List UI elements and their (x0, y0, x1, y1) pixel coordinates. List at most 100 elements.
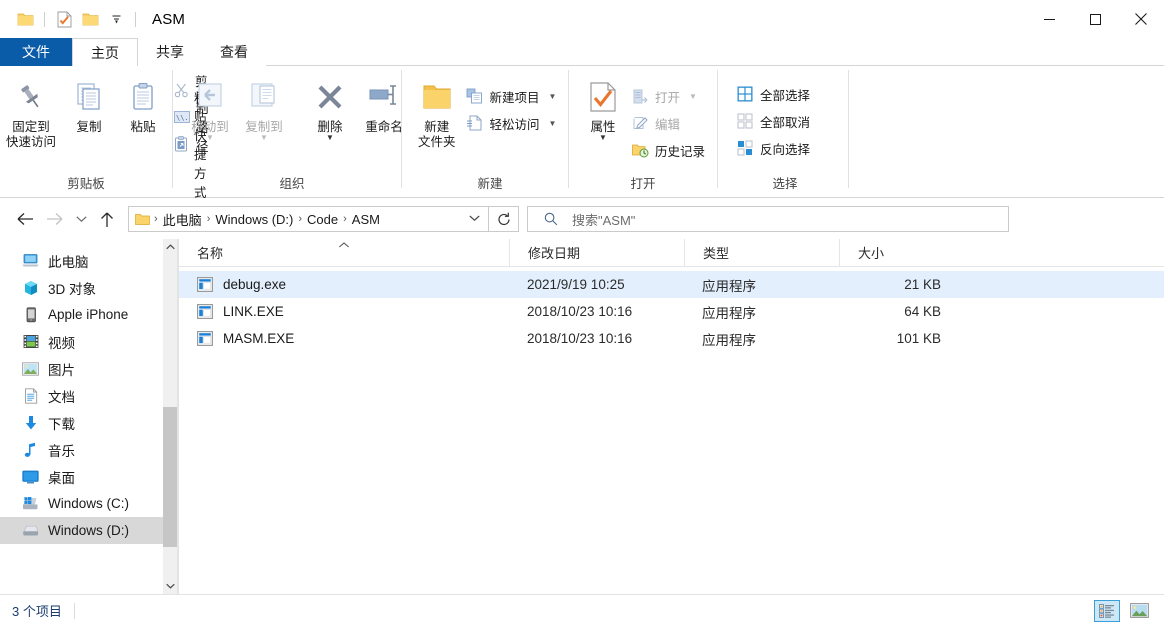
refresh-button[interactable] (489, 206, 519, 232)
new-folder-icon (420, 76, 454, 118)
paste-button[interactable]: 粘贴 (116, 72, 170, 135)
column-label-size: 大小 (858, 246, 885, 261)
sidebar-item-music[interactable]: 音乐 (0, 436, 178, 463)
delete-caret-icon[interactable]: ▼ (326, 134, 334, 142)
copy-to-icon (247, 76, 281, 118)
recent-locations-button[interactable] (70, 204, 92, 234)
file-type-cell: 应用程序 (702, 305, 756, 321)
new-item-caret-icon[interactable]: ▼ (549, 92, 557, 101)
invert-selection-button[interactable]: 反向选择 (732, 136, 816, 160)
breadcrumb-sep-1[interactable]: › (205, 213, 213, 225)
table-row[interactable]: LINK.EXE 2018/10/23 10:16 应用程序 64 KB (179, 298, 1164, 325)
open-small-commands: 打开 ▼ 编辑 历史记录 (627, 72, 711, 162)
pin-to-quick-access-button[interactable]: 固定到 快速访问 (0, 72, 62, 150)
properties-button[interactable]: 属性 ▼ (579, 72, 627, 142)
group-label-open: 打开 (630, 177, 656, 191)
scroll-up-arrow-icon[interactable] (163, 239, 178, 255)
open-caret-icon[interactable]: ▼ (689, 92, 697, 101)
easy-access-icon (466, 114, 484, 132)
invert-selection-label: 反向选择 (760, 142, 811, 157)
select-all-button[interactable]: 全部选择 (732, 82, 816, 106)
sidebar-item-downloads[interactable]: 下载 (0, 409, 178, 436)
file-name-label: LINK.EXE (223, 304, 284, 319)
breadcrumb-sep-2[interactable]: › (296, 213, 304, 225)
file-type-cell: 应用程序 (702, 332, 756, 348)
move-to-caret-icon[interactable]: ▼ (206, 134, 214, 142)
breadcrumb-item-2[interactable]: Code (304, 212, 341, 227)
forward-button[interactable] (40, 204, 70, 234)
easy-access-caret-icon[interactable]: ▼ (549, 119, 557, 128)
group-label-organize: 组织 (279, 177, 305, 191)
up-button[interactable] (92, 204, 122, 234)
breadcrumb-item-3[interactable]: ASM (349, 212, 383, 227)
qat-customize-dropdown-icon[interactable] (103, 6, 129, 32)
tab-home[interactable]: 主页 (72, 38, 138, 66)
move-to-button[interactable]: 移动到 ▼ (183, 72, 237, 142)
table-row[interactable]: debug.exe 2021/9/19 10:25 应用程序 21 KB (179, 271, 1164, 298)
sidebar-item-apple-iphone[interactable]: Apple iPhone (0, 301, 178, 328)
sidebar-item-windows-d[interactable]: Windows (D:) (0, 517, 178, 544)
breadcrumb[interactable]: › 此电脑 › Windows (D:) › Code › ASM (128, 206, 489, 232)
sidebar-label: 下载 (48, 416, 75, 432)
ribbon-group-clipboard: 固定到 快速访问 复制 粘贴 剪 \\. 制路径 贴快捷方式 剪贴板 (0, 66, 209, 200)
breadcrumb-dropdown-icon[interactable] (469, 214, 484, 225)
tab-share[interactable]: 共享 (138, 38, 202, 66)
select-none-icon (736, 112, 754, 130)
close-button[interactable] (1118, 0, 1164, 38)
paste-icon (127, 76, 159, 118)
minimize-button[interactable] (1026, 0, 1072, 38)
sidebar-item-3d-objects[interactable]: 3D 对象 (0, 274, 178, 301)
easy-access-button[interactable]: 轻松访问 ▼ (462, 111, 563, 135)
column-header-name[interactable]: 名称 (179, 239, 509, 267)
scrollbar-thumb[interactable] (163, 407, 178, 547)
maximize-button[interactable] (1072, 0, 1118, 38)
scroll-down-arrow-icon[interactable] (163, 578, 178, 594)
ribbon-separator-5 (848, 70, 849, 188)
tab-file[interactable]: 文件 (0, 38, 72, 66)
breadcrumb-sep-3[interactable]: › (341, 213, 349, 225)
qat-new-folder-icon[interactable] (77, 6, 103, 32)
copy-to-caret-icon[interactable]: ▼ (260, 134, 268, 142)
3d-objects-icon (22, 279, 39, 296)
sidebar-item-videos[interactable]: 视频 (0, 328, 178, 355)
new-folder-label: 新建 文件夹 (418, 120, 456, 149)
tab-view[interactable]: 查看 (202, 38, 266, 66)
file-date-cell: 2021/9/19 10:25 (527, 277, 625, 292)
edit-button[interactable]: 编辑 (627, 111, 711, 135)
new-folder-button[interactable]: 新建 文件夹 (412, 72, 462, 150)
column-header-date[interactable]: 修改日期 (509, 238, 684, 267)
sidebar-item-this-pc[interactable]: 此电脑 (0, 247, 178, 274)
select-none-button[interactable]: 全部取消 (732, 109, 816, 133)
back-button[interactable] (10, 204, 40, 234)
exe-icon (197, 304, 213, 319)
properties-caret-icon[interactable]: ▼ (599, 134, 607, 142)
file-type-cell: 应用程序 (702, 278, 756, 294)
breadcrumb-item-0[interactable]: 此电脑 (160, 210, 205, 229)
copy-to-button[interactable]: 复制到 ▼ (237, 72, 291, 142)
drive-d-icon (22, 522, 39, 539)
qat-properties-icon[interactable] (51, 6, 77, 32)
window-title: ASM (152, 10, 186, 28)
status-separator (73, 602, 75, 619)
open-button[interactable]: 打开 ▼ (627, 84, 711, 108)
sidebar-item-desktop[interactable]: 桌面 (0, 463, 178, 490)
large-icons-view-button[interactable] (1126, 600, 1152, 622)
table-row[interactable]: MASM.EXE 2018/10/23 10:16 应用程序 101 KB (179, 325, 1164, 352)
sidebar-item-documents[interactable]: 文档 (0, 382, 178, 409)
breadcrumb-item-1[interactable]: Windows (D:) (212, 212, 296, 227)
quick-access-toolbar (0, 0, 142, 38)
history-button[interactable]: 历史记录 (627, 138, 711, 162)
sidebar-item-pictures[interactable]: 图片 (0, 355, 178, 382)
copy-button[interactable]: 复制 (62, 72, 116, 135)
sidebar-scrollbar[interactable] (163, 239, 178, 594)
paste-label: 粘贴 (130, 120, 156, 134)
sidebar-label: 图片 (48, 362, 75, 378)
details-view-button[interactable] (1094, 599, 1120, 622)
delete-button[interactable]: 删除 ▼ (303, 72, 357, 142)
column-header-size[interactable]: 大小 (839, 238, 959, 267)
qat-folder-icon[interactable] (12, 6, 38, 32)
column-header-type[interactable]: 类型 (684, 238, 839, 267)
sidebar-item-windows-c[interactable]: Windows (C:) (0, 490, 178, 517)
new-item-button[interactable]: 新建项目 ▼ (462, 84, 563, 108)
search-box[interactable]: 搜索"ASM" (527, 206, 1009, 232)
